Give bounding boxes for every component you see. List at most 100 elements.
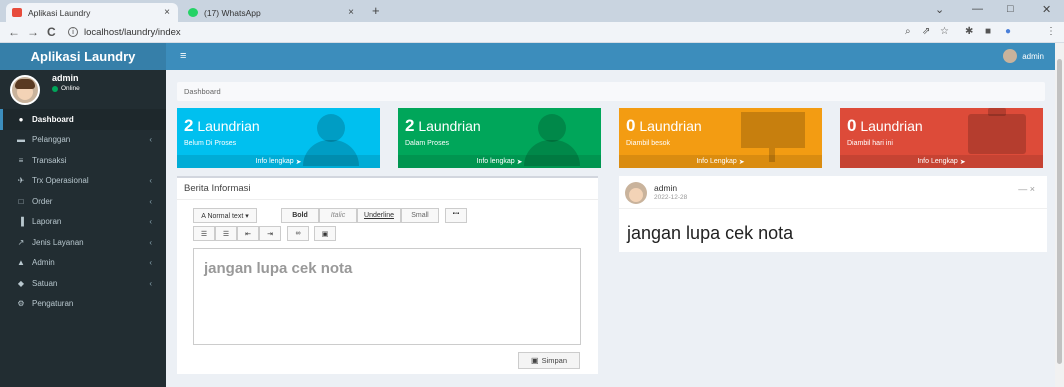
kebab-menu-icon[interactable]: ⋮ [1046,26,1056,37]
bold-button[interactable]: Bold [281,208,319,223]
save-button[interactable]: ▣ Simpan [518,352,580,369]
info-box-subtitle: Dalam Proses [405,140,449,147]
easel-icon [769,148,775,162]
plane-icon: ✈ [17,176,25,186]
sidepanel-icon[interactable]: ■ [985,26,991,37]
save-label: Simpan [541,356,567,365]
info-lengkap-link[interactable]: Info Lengkap ➤ [619,155,822,168]
chevron-left-icon: ‹ [149,278,152,288]
sidebar-item-trx-operasional[interactable]: ✈ Trx Operasional ‹ [0,171,166,192]
format-dropdown[interactable]: A Normal text ▾ [193,208,257,223]
info-box: 0 Laundrian Diambil hari ini Info Lengka… [840,108,1043,168]
briefcase-icon [988,108,1006,116]
arrow-circle-right-icon: ➤ [295,158,302,166]
folder-icon: ▬ [17,135,25,145]
image-icon[interactable]: ▣ [314,226,336,241]
top-user-menu[interactable]: admin [1003,49,1044,63]
avatar [1003,49,1018,63]
post-author: admin [654,183,678,193]
back-button[interactable]: ← [8,25,20,39]
share-icon[interactable]: ⇗ [922,26,930,37]
sidebar-item-label: Order [32,196,53,206]
sidebar-item-jenis-layanan[interactable]: ↗ Jenis Layanan ‹ [0,232,166,253]
forward-button[interactable]: → [27,25,39,39]
breadcrumb: Dashboard [177,82,1045,101]
avatar [10,75,40,105]
link-icon[interactable]: ∞ [287,226,309,241]
tag-icon: ◆ [17,278,25,288]
user-panel: admin Online [0,70,166,106]
blockquote-button[interactable]: ““ [445,208,467,223]
close-icon[interactable]: × [164,7,170,18]
url-text: localhost/laundry/index [84,26,181,38]
puzzle-icon[interactable]: ✱ [965,26,973,37]
status-text: Online [61,85,80,92]
small-button[interactable]: Small [401,208,439,223]
maximize-button[interactable]: □ [1007,3,1014,15]
sidebar-menu: ● Dashboard ▬ Pelanggan ‹ ≡ Transaksi ✈ Trx Oper… [0,109,166,314]
sidebar-item-order[interactable]: □ Order ‹ [0,191,166,212]
sidebar-item-label: Admin [32,258,55,268]
close-window-button[interactable]: ✕ [1042,3,1051,16]
sidebar-item-label: Laporan [32,217,62,227]
arrow-circle-right-icon: ➤ [516,158,523,166]
italic-button[interactable]: Italic [319,208,357,223]
underline-button[interactable]: Underline [357,208,401,223]
save-icon: ▣ [531,356,539,365]
sidebar-item-pengaturan[interactable]: ⚙ Pengaturan [0,294,166,315]
editor-text: jangan lupa cek nota [204,260,353,277]
info-box-subtitle: Diambil hari ini [847,140,893,147]
scrollbar[interactable] [1055,43,1064,387]
info-box-count: 0 Laundrian [626,116,702,135]
tab-title: Aplikasi Laundry [28,7,91,18]
sidebar-item-dashboard[interactable]: ● Dashboard [0,109,166,130]
gear-icon: ⚙ [17,299,25,309]
app-brand[interactable]: Aplikasi Laundry [0,43,166,70]
reload-button[interactable]: C [47,25,56,39]
indent-icon[interactable]: ⇥ [259,226,281,241]
pin-icon: ↗ [17,237,25,247]
user-status: Online [52,85,80,92]
tab-search-icon[interactable]: ⌄ [935,3,944,16]
berita-informasi-panel: Berita Informasi A Normal text ▾ Bold It… [177,176,598,374]
browser-tab-bar: Aplikasi Laundry × (17) WhatsApp × + ⌄ —… [0,0,1064,22]
tab-aplikasi-laundry[interactable]: Aplikasi Laundry × [6,3,178,22]
close-icon[interactable]: × [348,7,354,18]
arrow-circle-right-icon: ➤ [959,158,966,166]
star-icon[interactable]: ☆ [940,26,949,37]
minimize-button[interactable]: — [972,3,983,15]
hamburger-icon[interactable]: ≡ [180,50,186,62]
briefcase-icon [968,114,1026,154]
sidebar-item-transaksi[interactable]: ≡ Transaksi [0,150,166,171]
site-info-icon[interactable]: i [68,27,78,37]
url-field[interactable]: i localhost/laundry/index [68,24,628,40]
panel-title: Berita Informasi [184,183,251,194]
info-lengkap-link[interactable]: Info Lengkap ➤ [840,155,1043,168]
user-name: admin [52,73,79,83]
info-box: 2 Laundrian Dalam Proses Info lengkap ➤ [398,108,601,168]
address-bar: ← → C i localhost/laundry/index ⌕ ⇗ ☆ ✱ … [0,22,1064,43]
outdent-icon[interactable]: ⇤ [237,226,259,241]
panel-controls[interactable]: — × [1018,184,1035,194]
news-editor[interactable]: jangan lupa cek nota [193,248,581,345]
sidebar: Aplikasi Laundry admin Online ● Dashboard… [0,43,166,387]
ordered-list-icon[interactable]: ☰ [215,226,237,241]
sidebar-item-label: Satuan [32,278,58,288]
chevron-left-icon: ‹ [149,135,152,145]
arrow-circle-right-icon: ➤ [738,158,745,166]
new-tab-button[interactable]: + [372,3,380,18]
top-header: ≡ admin [166,43,1064,70]
tab-whatsapp[interactable]: (17) WhatsApp × [182,3,362,22]
info-box-count: 2 Laundrian [184,116,260,135]
scrollbar-thumb[interactable] [1057,59,1062,364]
dashboard-icon: ● [18,114,24,124]
sidebar-item-label: Transaksi [32,155,67,165]
sidebar-item-laporan[interactable]: ▐ Laporan ‹ [0,212,166,233]
unordered-list-icon[interactable]: ☰ [193,226,215,241]
sidebar-item-label: Pelanggan [32,135,71,145]
sidebar-item-admin[interactable]: ▲ Admin ‹ [0,253,166,274]
sidebar-item-pelanggan[interactable]: ▬ Pelanggan ‹ [0,130,166,151]
sidebar-item-satuan[interactable]: ◆ Satuan ‹ [0,273,166,294]
profile-icon[interactable]: ● [1005,26,1011,37]
zoom-icon[interactable]: ⌕ [905,26,911,37]
